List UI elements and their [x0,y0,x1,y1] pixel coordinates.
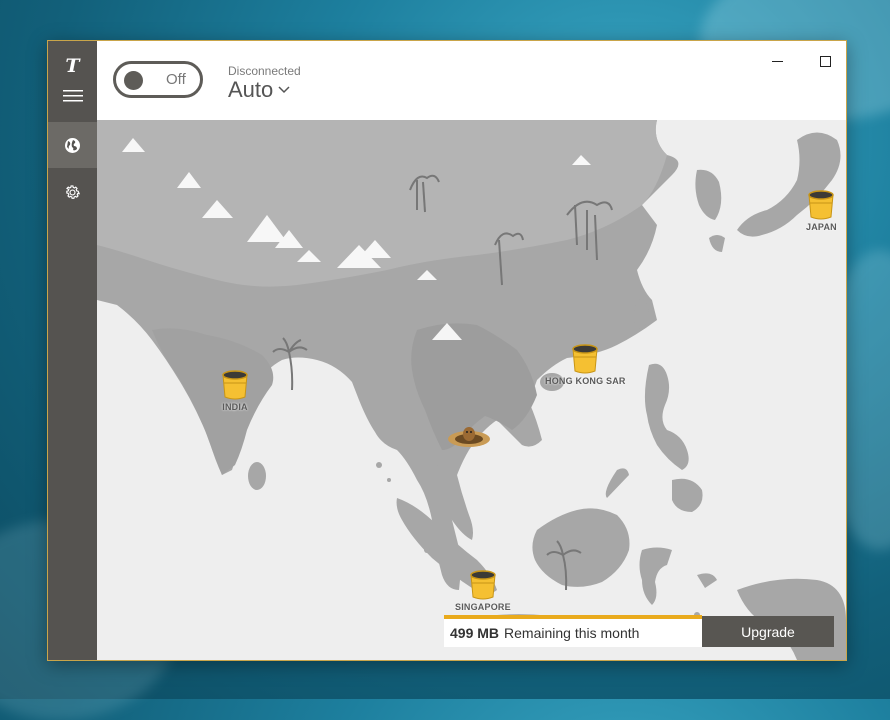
barrel-icon [222,370,248,400]
gear-icon [66,184,81,199]
toggle-knob [124,71,143,90]
mascot-hole-icon [448,427,490,447]
location-pin-hong-kong[interactable]: HONG KONG SAR [545,344,626,386]
upgrade-button[interactable]: Upgrade [702,616,834,647]
pin-label: HONG KONG SAR [545,376,626,386]
data-amount: 499 MB [450,625,500,641]
world-map[interactable]: JAPAN HONG KONG SAR INDIA SINGAPORE [97,120,846,660]
settings-button[interactable] [48,169,97,215]
connection-status: Disconnected [228,64,301,78]
pin-label: JAPAN [806,222,837,232]
location-selector[interactable]: Auto [228,77,290,103]
hamburger-menu-icon [62,90,83,102]
app-window: T Off Disconnected Auto JAPAN HONG KONG … [47,40,847,661]
barrel-icon [470,570,496,600]
chevron-down-icon [278,86,290,94]
minimize-button[interactable] [754,47,800,75]
data-remaining-bar: 499 MB Remaining this month [444,615,702,647]
map-nav-button[interactable] [48,122,97,168]
globe-icon [65,137,80,153]
header: Off Disconnected Auto [97,41,846,120]
location-label: Auto [228,77,274,102]
barrel-icon [808,190,835,220]
minimize-icon [771,60,783,62]
location-pin-singapore[interactable]: SINGAPORE [455,570,511,612]
maximize-icon [819,55,831,67]
location-pin-japan[interactable]: JAPAN [806,190,837,232]
location-pin-india[interactable]: INDIA [221,370,249,412]
pin-label: SINGAPORE [455,602,511,612]
toggle-label: Off [166,71,186,88]
vpn-toggle[interactable]: Off [113,61,203,98]
barrel-icon [572,344,599,374]
pin-label: INDIA [222,402,248,412]
menu-button[interactable] [48,73,97,119]
data-remaining-text: Remaining this month [504,625,640,641]
maximize-button[interactable] [802,47,846,75]
sidebar: T [48,41,97,660]
